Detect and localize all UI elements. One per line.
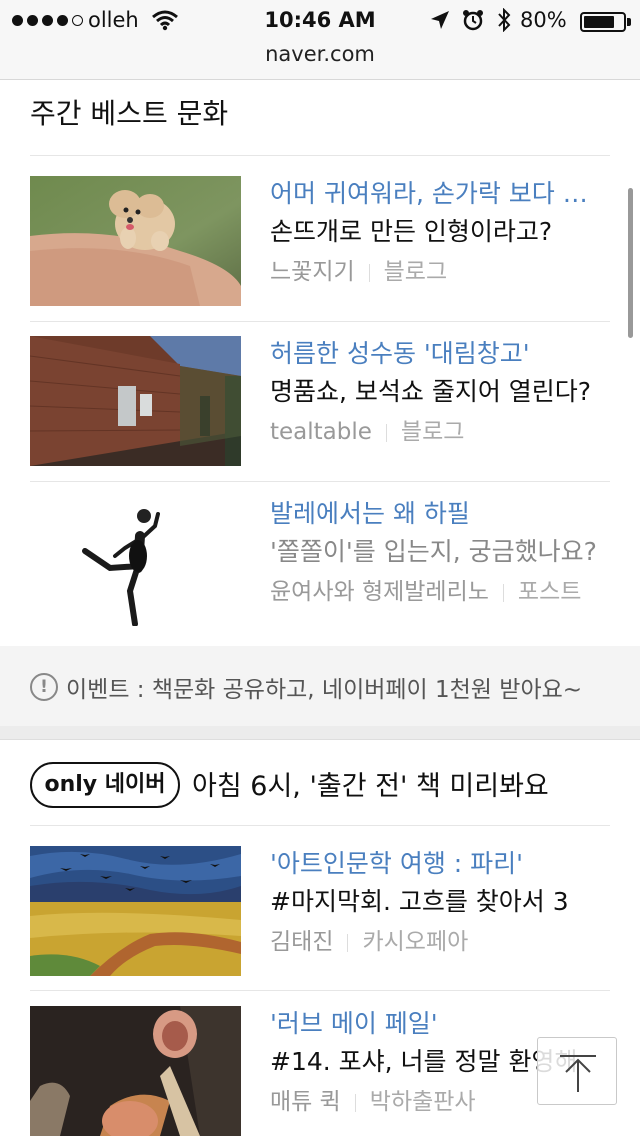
scroll-to-top-button[interactable] [537,1037,617,1105]
event-text[interactable]: 이벤트 : 책문화 공유하고, 네이버페이 1천원 받아요~ [66,670,582,704]
item-divider [30,990,610,991]
section-divider [30,155,610,156]
only-naver-badge[interactable]: only 네이버 [30,762,180,808]
item-divider [30,321,610,322]
item-description: #마지막회. 고흐를 찾아서 3 [270,887,569,916]
thumbnail-image [30,1006,241,1136]
browser-status-bar: olleh 10:46 AM 80% naver.com [0,0,640,80]
list-item[interactable]: 허름한 성수동 '대림창고' 명품쇼, 보석쇼 줄지어 열린다? tealtab… [30,336,610,466]
item-author: tealtable [270,419,372,445]
item-source: 카시오페아 [362,929,469,955]
thumbnail-image [30,176,241,306]
item-title[interactable]: 허름한 성수동 '대림창고' [270,336,610,372]
battery-icon [580,12,626,32]
item-divider [30,481,610,482]
item-author: 김태진 [270,929,334,955]
arrow-up-icon [560,1055,596,1092]
thumbnail-image [30,496,241,626]
item-title[interactable]: 어머 귀여워라, 손가락 보다 … [270,176,610,212]
section-title-preview-books[interactable]: 아침 6시, '출간 전' 책 미리봐요 [192,764,549,803]
item-title[interactable]: 발레에서는 왜 하필 [270,496,610,532]
thumbnail-image [30,846,241,976]
info-exclamation-icon: ! [30,673,58,701]
location-arrow-icon [431,11,449,29]
item-author: 매튜 퀵 [270,1089,341,1115]
item-source: 블로그 [400,419,465,445]
list-item[interactable]: '러브 메이 페일' #14. 포샤, 너를 정말 환영해 매튜 퀵 박하출판사 [30,1006,610,1136]
event-banner[interactable]: ! 이벤트 : 책문화 공유하고, 네이버페이 1천원 받아요~ [0,646,640,726]
address-bar-url[interactable]: naver.com [0,42,640,66]
thumbnail-image [30,336,241,466]
item-source: 포스트 [517,579,582,605]
alarm-clock-icon [463,10,483,31]
item-description: 명품쇼, 보석쇼 줄지어 열린다? [270,377,592,406]
item-source: 블로그 [383,259,448,285]
list-item[interactable]: 어머 귀여워라, 손가락 보다 … 손뜨개로 만든 인형이라고? 느꽃지기 블로그 [30,176,610,306]
scroll-indicator[interactable] [628,188,633,338]
item-source: 박하출판사 [369,1089,476,1115]
bluetooth-icon [498,8,511,32]
item-title[interactable]: '아트인문학 여행 : 파리' [270,846,610,882]
list-item[interactable]: 발레에서는 왜 하필 '쫄쫄이'를 입는지, 궁금했나요? 윤여사와 형제발레리… [30,496,610,626]
section-divider [30,825,610,826]
list-item[interactable]: '아트인문학 여행 : 파리' #마지막회. 고흐를 찾아서 3 김태진 카시오페… [30,846,610,976]
item-author: 느꽃지기 [270,259,355,285]
item-description: 손뜨개로 만든 인형이라고? [270,217,553,246]
item-author: 윤여사와 형제발레리노 [270,579,489,605]
item-description: '쫄쫄이'를 입는지, 궁금했나요? [270,537,597,566]
battery-percentage: 80% [520,8,567,32]
section-title-weekly-best: 주간 베스트 문화 [30,97,229,130]
section-gap [0,726,640,740]
